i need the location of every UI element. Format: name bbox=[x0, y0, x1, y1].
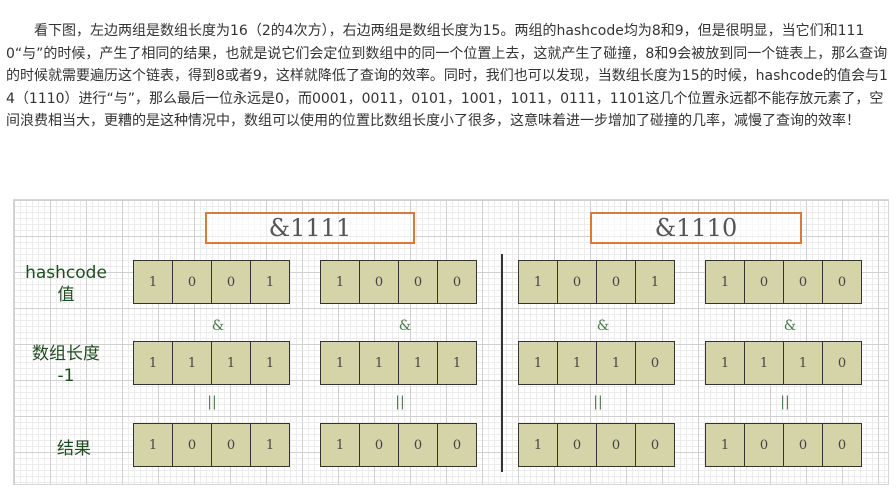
result-row-label: 结果 bbox=[24, 438, 124, 460]
bit-cell: 0 bbox=[172, 423, 212, 467]
bit-cell: 0 bbox=[635, 341, 675, 385]
mask-cells: 1 1 1 1 bbox=[133, 341, 290, 385]
result-cells: 1 0 0 1 bbox=[133, 423, 290, 467]
equals-operator: || bbox=[207, 394, 217, 410]
bit-cell: 1 bbox=[320, 260, 360, 304]
hashcode-label-line1: hashcode bbox=[25, 263, 107, 283]
bit-cell: 1 bbox=[783, 341, 823, 385]
result-cells: 1 0 0 0 bbox=[320, 423, 477, 467]
bit-cell: 1 bbox=[250, 423, 290, 467]
length-label-line2: -1 bbox=[57, 366, 75, 386]
explanation-paragraph: 看下图，左边两组是数组长度为16（2的4次方），右边两组是数组长度为15。两组的… bbox=[6, 23, 888, 129]
hashcode-cells: 1 0 0 0 bbox=[705, 260, 862, 304]
bit-cell: 0 bbox=[635, 423, 675, 467]
length-label-line1: 数组长度 bbox=[32, 344, 100, 364]
bit-cell: 0 bbox=[398, 260, 438, 304]
bit-cell: 1 bbox=[557, 341, 597, 385]
bit-cell: 1 bbox=[437, 341, 477, 385]
right-title-box: &1110 bbox=[590, 212, 802, 244]
and-operator: & bbox=[211, 318, 225, 334]
bit-cell: 1 bbox=[518, 423, 558, 467]
bit-cell: 1 bbox=[133, 423, 173, 467]
bit-cell: 1 bbox=[705, 341, 745, 385]
equals-operator: || bbox=[780, 394, 790, 410]
left-title-box: &1111 bbox=[205, 212, 415, 244]
equals-operator: || bbox=[593, 394, 603, 410]
mask-cells: 1 1 1 0 bbox=[518, 341, 675, 385]
result-cells: 1 0 0 0 bbox=[705, 423, 862, 467]
bit-cell: 1 bbox=[211, 341, 251, 385]
bit-cell: 1 bbox=[635, 260, 675, 304]
bit-cell: 1 bbox=[250, 341, 290, 385]
bit-cell: 0 bbox=[744, 260, 784, 304]
equals-operator: || bbox=[395, 394, 405, 410]
bit-cell: 1 bbox=[320, 423, 360, 467]
and-operator: & bbox=[783, 318, 797, 334]
result-cells: 1 0 0 0 bbox=[518, 423, 675, 467]
mask-cells: 1 1 1 0 bbox=[705, 341, 862, 385]
bit-cell: 1 bbox=[359, 341, 399, 385]
and-operator: & bbox=[398, 318, 412, 334]
center-divider bbox=[501, 254, 503, 472]
hashcode-label-line2: 值 bbox=[57, 285, 75, 305]
bit-cell: 0 bbox=[783, 260, 823, 304]
bit-cell: 0 bbox=[359, 260, 399, 304]
hashcode-cells: 1 0 0 1 bbox=[133, 260, 290, 304]
bit-cell: 0 bbox=[437, 423, 477, 467]
bit-cell: 1 bbox=[744, 341, 784, 385]
bit-cell: 0 bbox=[557, 423, 597, 467]
bit-cell: 1 bbox=[518, 260, 558, 304]
bit-cell: 0 bbox=[211, 423, 251, 467]
length-row-label: 数组长度 -1 bbox=[16, 343, 116, 387]
bit-cell: 1 bbox=[133, 341, 173, 385]
bit-cell: 1 bbox=[320, 341, 360, 385]
bit-cell: 0 bbox=[596, 260, 636, 304]
bit-cell: 0 bbox=[437, 260, 477, 304]
mask-cells: 1 1 1 1 bbox=[320, 341, 477, 385]
bit-cell: 1 bbox=[172, 341, 212, 385]
bit-cell: 0 bbox=[398, 423, 438, 467]
bit-cell: 1 bbox=[133, 260, 173, 304]
bit-cell: 0 bbox=[596, 423, 636, 467]
hashcode-cells: 1 0 0 1 bbox=[518, 260, 675, 304]
bit-cell: 0 bbox=[822, 341, 862, 385]
hashcode-row-label: hashcode 值 bbox=[16, 262, 116, 306]
bit-cell: 0 bbox=[783, 423, 823, 467]
bit-cell: 1 bbox=[705, 423, 745, 467]
bit-cell: 0 bbox=[822, 423, 862, 467]
hashcode-cells: 1 0 0 0 bbox=[320, 260, 477, 304]
bit-cell: 1 bbox=[398, 341, 438, 385]
bit-cell: 0 bbox=[744, 423, 784, 467]
bit-cell: 1 bbox=[518, 341, 558, 385]
right-title: &1110 bbox=[654, 214, 738, 242]
and-operator: & bbox=[596, 318, 610, 334]
result-label: 结果 bbox=[57, 439, 91, 459]
bit-cell: 0 bbox=[822, 260, 862, 304]
bit-cell: 1 bbox=[250, 260, 290, 304]
bit-cell: 0 bbox=[359, 423, 399, 467]
bit-cell: 0 bbox=[557, 260, 597, 304]
bit-cell: 1 bbox=[596, 341, 636, 385]
bit-cell: 1 bbox=[705, 260, 745, 304]
bit-cell: 0 bbox=[172, 260, 212, 304]
left-title: &1111 bbox=[268, 214, 352, 242]
bit-cell: 0 bbox=[211, 260, 251, 304]
